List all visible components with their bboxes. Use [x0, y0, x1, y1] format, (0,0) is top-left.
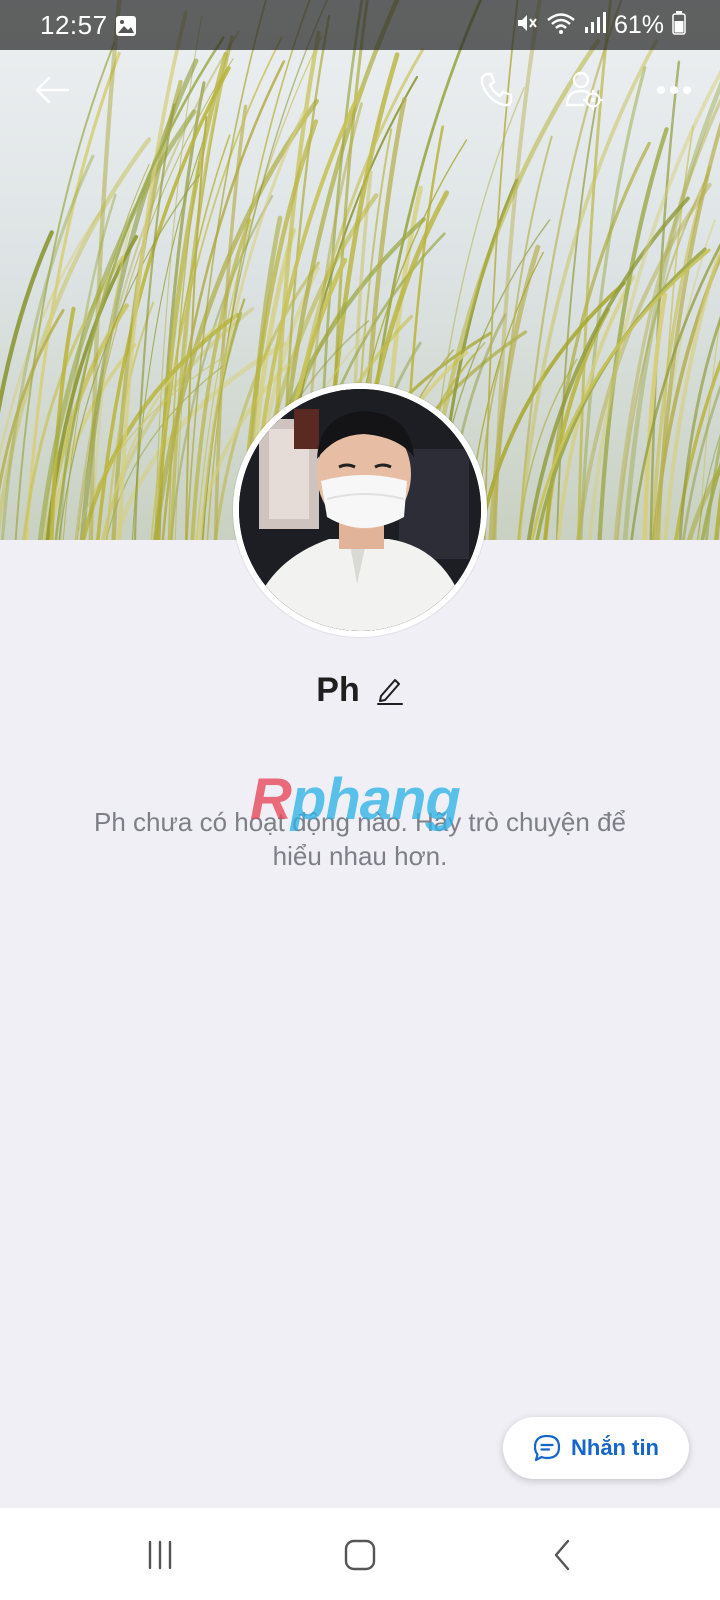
watermark-first-letter: R: [250, 767, 292, 832]
more-options-button[interactable]: [646, 62, 702, 118]
back-button[interactable]: [24, 62, 80, 118]
edit-name-icon[interactable]: [376, 674, 404, 706]
home-button[interactable]: [330, 1530, 390, 1580]
wifi-icon: [538, 11, 576, 40]
gallery-icon: [115, 15, 137, 42]
back-arrow-icon: [35, 76, 70, 104]
profile-avatar[interactable]: [233, 383, 487, 637]
profile-name-row: Ph: [0, 665, 720, 715]
watermark-logo: Rphang: [250, 766, 461, 833]
profile-name: Ph: [316, 670, 360, 709]
signal-icon: [576, 11, 606, 40]
recents-icon: [148, 1540, 172, 1570]
user-settings-button[interactable]: [556, 62, 612, 118]
system-back-button[interactable]: [532, 1530, 592, 1580]
status-indicators: 61%: [506, 10, 686, 40]
mute-icon: [506, 11, 538, 40]
status-bar: 12:57 61%: [0, 0, 720, 50]
chat-bubble-icon: [533, 1434, 561, 1462]
avatar-photo: [239, 389, 481, 631]
call-button[interactable]: [468, 62, 524, 118]
system-nav-bar: [0, 1508, 720, 1600]
recents-button[interactable]: [130, 1530, 190, 1580]
watermark-rest: phang: [290, 767, 461, 832]
battery-percentage: 61%: [613, 10, 664, 39]
send-message-label: Nhắn tin: [571, 1435, 659, 1460]
send-message-button[interactable]: Nhắn tin: [503, 1417, 689, 1479]
phone-call-icon: [480, 72, 513, 107]
more-dots-icon: [657, 86, 691, 94]
back-chevron-icon: [554, 1539, 570, 1571]
user-settings-icon: [565, 71, 604, 110]
battery-icon: [664, 10, 686, 40]
home-icon: [344, 1539, 376, 1571]
status-time: 12:57: [40, 10, 108, 40]
